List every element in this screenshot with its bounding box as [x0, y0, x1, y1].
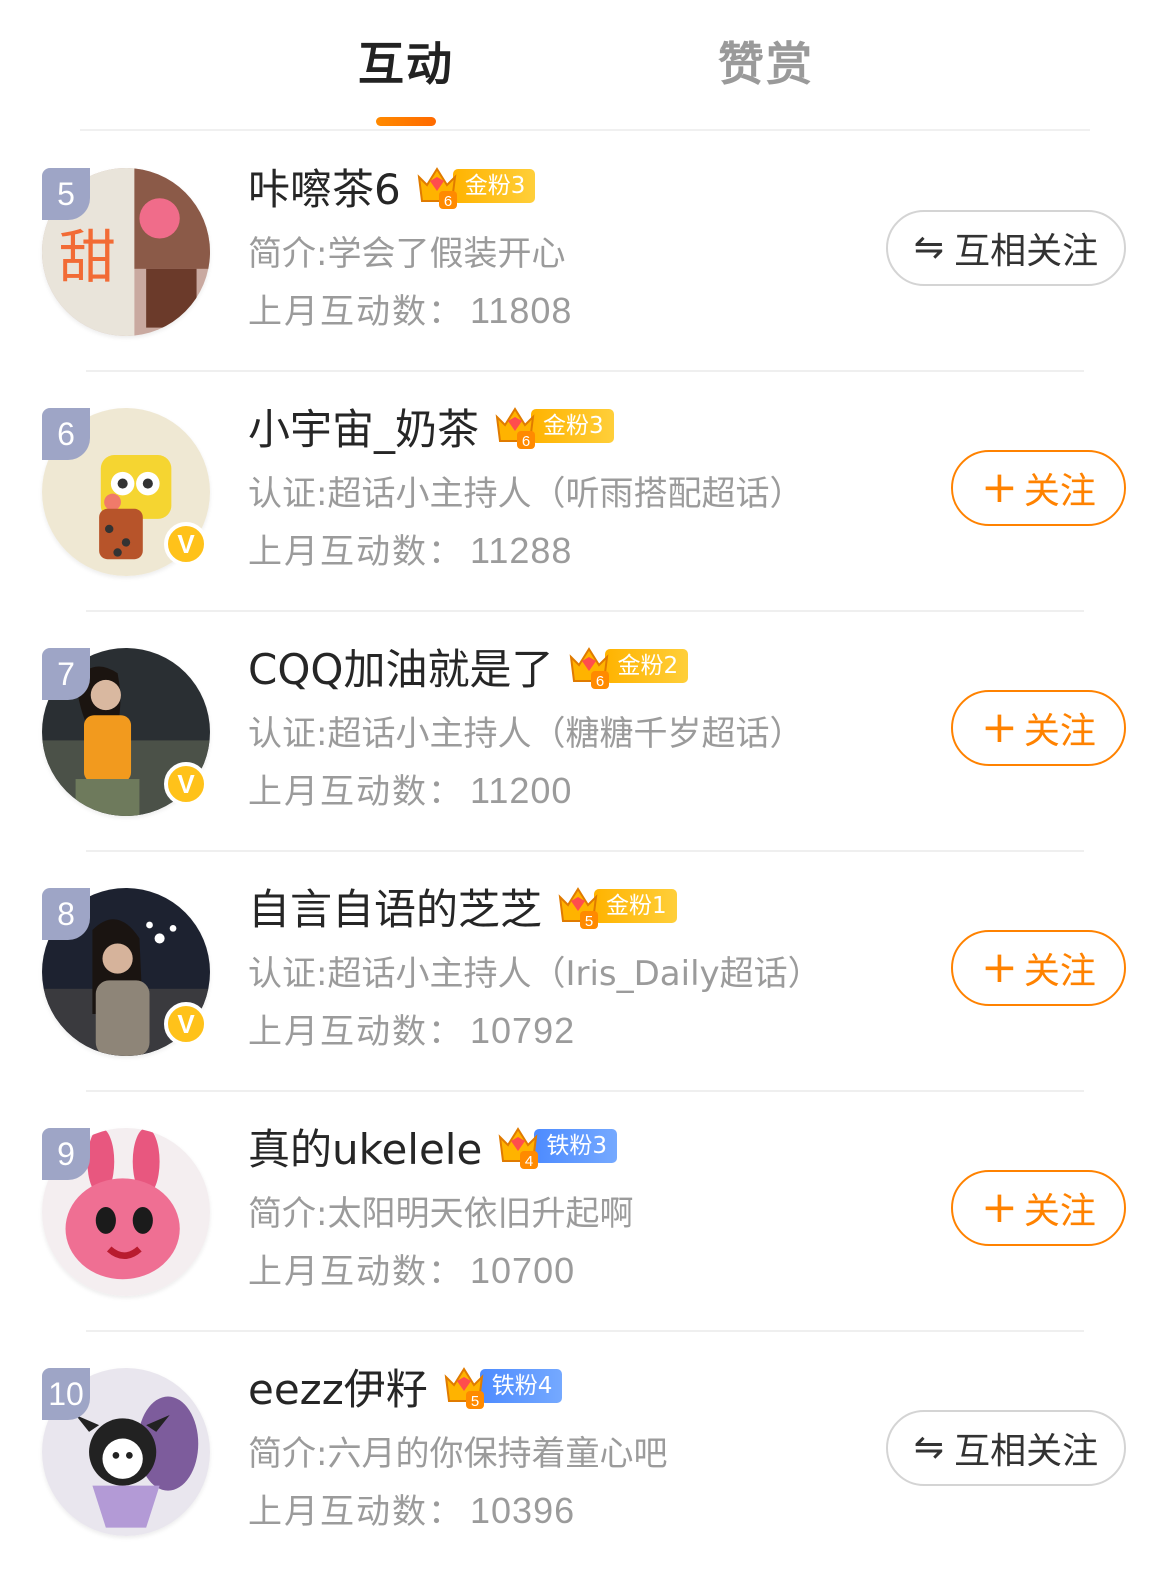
user-bio: 简介:太阳明天依旧升起啊 [248, 1194, 634, 1234]
user-name[interactable]: 自言自语的芝芝 [248, 876, 542, 937]
interaction-count: 上月互动数： 10792 [248, 1010, 576, 1052]
svg-text:4: 4 [525, 1153, 533, 1169]
user-bio: 认证:超话小主持人（糖糖千岁超话） [248, 714, 804, 754]
mutual-follow-button[interactable]: ⇋ 互相关注 [886, 1410, 1126, 1486]
tab-interaction[interactable]: 互动 [358, 34, 454, 94]
svg-text:5: 5 [585, 913, 593, 929]
verified-icon: V [164, 762, 208, 806]
interaction-count: 上月互动数： 11200 [248, 770, 573, 812]
fan-level-badge: 6 金粉2 [567, 646, 689, 689]
fan-level-badge: 6 金粉3 [493, 406, 614, 449]
user-name[interactable]: CQQ加油就是了 [248, 636, 553, 697]
mutual-arrows-icon: ⇋ [913, 227, 945, 268]
fan-level-label: 金粉3 [452, 169, 536, 203]
list-item[interactable]: 甜 5 咔嚓茶6 6 金粉3 简介:学会了假装开心 上月互动数： 11808 ⇋ … [0, 130, 1170, 372]
plus-icon: + [981, 702, 1018, 753]
fan-level-label: 金粉2 [605, 649, 689, 683]
fan-level-label: 铁粉4 [479, 1369, 563, 1403]
interaction-count: 上月互动数： 10700 [248, 1250, 576, 1292]
user-name[interactable]: 小宇宙_奶茶 [248, 396, 479, 457]
rank-badge: 9 [42, 1128, 90, 1180]
rank-badge: 7 [42, 648, 90, 700]
rank-badge: 6 [42, 408, 90, 460]
mutual-follow-button[interactable]: ⇋ 互相关注 [886, 210, 1126, 286]
plus-icon: + [981, 942, 1018, 993]
user-bio: 简介:六月的你保持着童心吧 [248, 1434, 668, 1474]
tab-reward[interactable]: 赞赏 [718, 34, 814, 94]
fan-level-badge: 4 铁粉3 [496, 1126, 617, 1169]
svg-text:甜: 甜 [59, 225, 116, 291]
list-item[interactable]: 9 真的ukelele 4 铁粉3 简介:太阳明天依旧升起啊 上月互动数： 107… [0, 1090, 1170, 1332]
follow-button[interactable]: + 关注 [951, 930, 1126, 1006]
user-name[interactable]: 真的ukelele [248, 1116, 482, 1177]
follow-button[interactable]: + 关注 [951, 450, 1126, 526]
mutual-arrows-icon: ⇋ [913, 1427, 945, 1468]
active-tab-indicator [376, 117, 436, 126]
interaction-count: 上月互动数： 10396 [248, 1490, 576, 1532]
list-item[interactable]: 6 V 小宇宙_奶茶 6 金粉3 认证:超话小主持人（听雨搭配超话） 上月互动数… [0, 370, 1170, 612]
interaction-count: 上月互动数： 11808 [248, 290, 573, 332]
svg-text:6: 6 [596, 673, 604, 689]
svg-text:6: 6 [444, 193, 452, 209]
verified-icon: V [164, 1002, 208, 1046]
fan-level-label: 铁粉3 [534, 1129, 617, 1163]
fan-level-label: 金粉3 [531, 409, 614, 443]
plus-icon: + [981, 1182, 1018, 1233]
crown-icon: 6 [417, 167, 457, 209]
crown-icon: 4 [498, 1127, 539, 1169]
fan-level-badge: 5 金粉1 [556, 886, 677, 929]
fan-level-label: 金粉1 [594, 889, 677, 923]
user-bio: 认证:超话小主持人（听雨搭配超话） [248, 474, 804, 514]
follow-button[interactable]: + 关注 [951, 1170, 1126, 1246]
crown-icon: 5 [558, 887, 599, 929]
list-item[interactable]: 8 V 自言自语的芝芝 5 金粉1 认证:超话小主持人（Iris_Daily超话… [0, 850, 1170, 1092]
crown-icon: 6 [495, 407, 536, 449]
list-item[interactable]: 7 V CQQ加油就是了 6 金粉2 认证:超话小主持人（糖糖千岁超话） 上月互… [0, 610, 1170, 852]
tab-bar: 互动 赞赏 [0, 0, 1170, 131]
rank-badge: 5 [42, 168, 90, 220]
user-name[interactable]: eezz伊籽 [248, 1356, 428, 1417]
fan-level-badge: 6 金粉3 [415, 166, 536, 209]
rank-badge: 10 [42, 1368, 90, 1420]
fan-level-badge: 5 铁粉4 [442, 1366, 563, 1409]
svg-text:5: 5 [471, 1393, 479, 1409]
list-item[interactable]: 10 eezz伊籽 5 铁粉4 简介:六月的你保持着童心吧 上月互动数： 1039… [0, 1330, 1170, 1570]
follow-button[interactable]: + 关注 [951, 690, 1126, 766]
crown-icon: 5 [444, 1367, 484, 1409]
svg-text:6: 6 [522, 433, 530, 449]
rank-badge: 8 [42, 888, 90, 940]
user-bio: 认证:超话小主持人（Iris_Daily超话） [248, 954, 822, 994]
crown-icon: 6 [570, 647, 610, 689]
plus-icon: + [981, 462, 1018, 513]
user-name[interactable]: 咔嚓茶6 [248, 156, 401, 217]
verified-icon: V [164, 522, 208, 566]
interaction-count: 上月互动数： 11288 [248, 530, 573, 572]
user-bio: 简介:学会了假装开心 [248, 234, 566, 274]
